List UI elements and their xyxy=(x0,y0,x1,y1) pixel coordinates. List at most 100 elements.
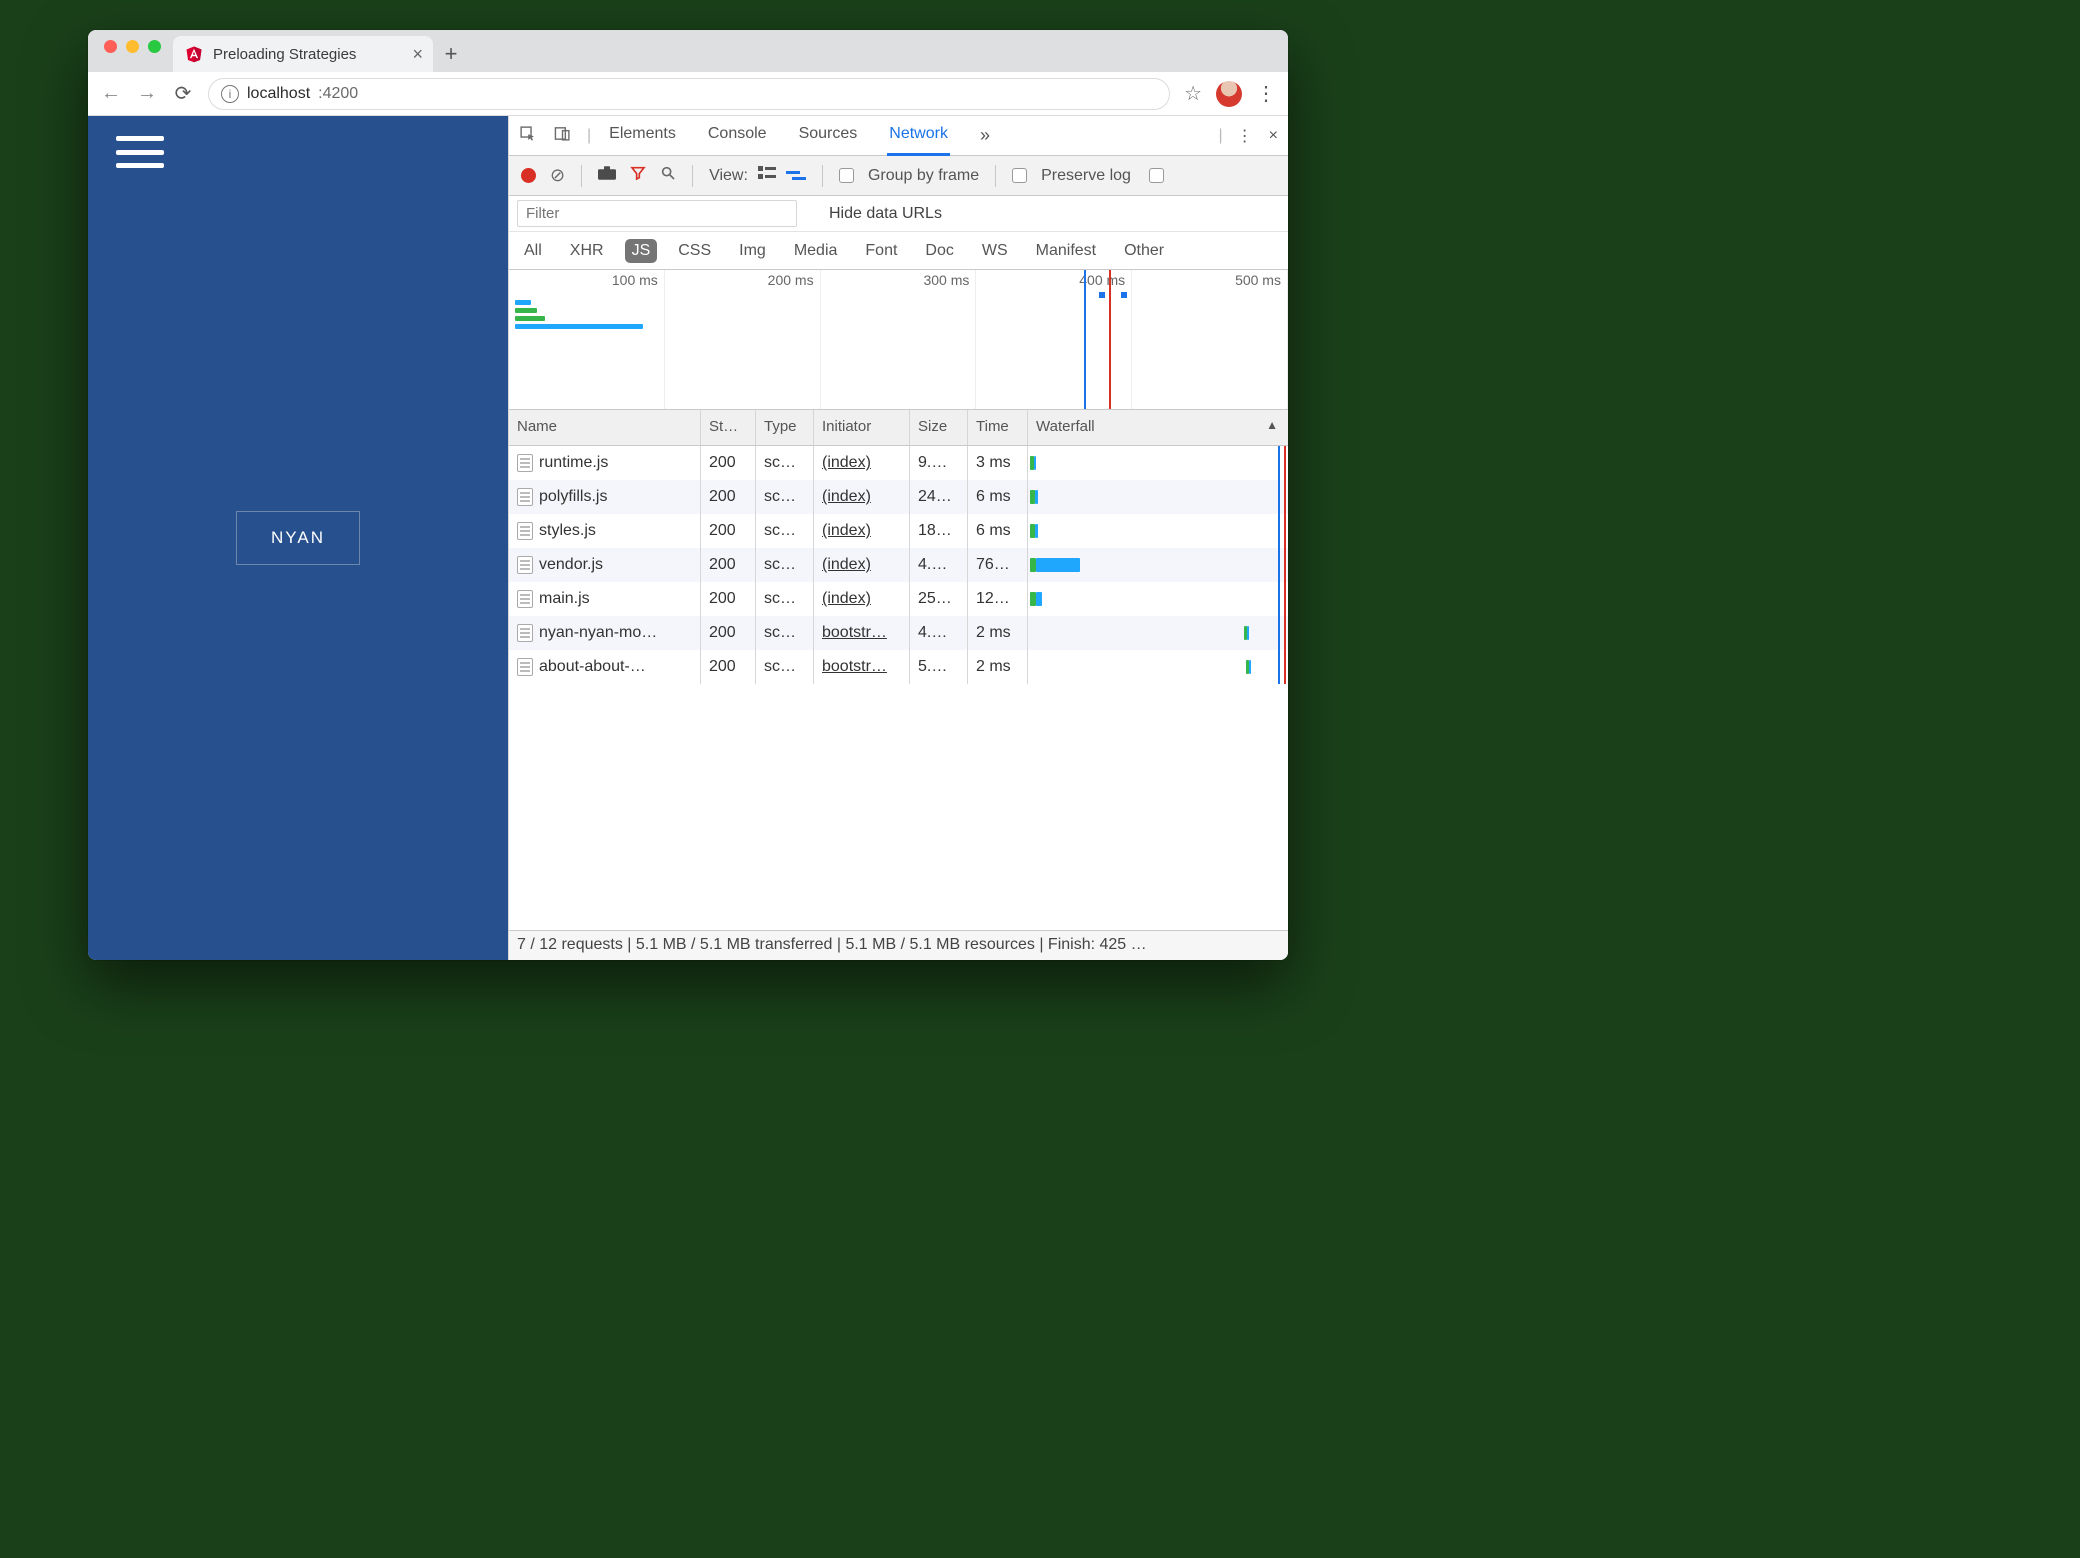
window-controls xyxy=(98,30,169,72)
tabs-overflow-button[interactable]: » xyxy=(978,115,992,156)
table-row[interactable]: styles.js200sc…(index)18…6 ms xyxy=(509,514,1288,548)
screenshot-icon[interactable] xyxy=(598,166,616,185)
type-filter-css[interactable]: CSS xyxy=(671,239,718,263)
type-filter-doc[interactable]: Doc xyxy=(918,239,960,263)
nyan-button[interactable]: NYAN xyxy=(236,511,360,565)
overview-tick: 200 ms xyxy=(768,272,814,288)
inspect-element-icon[interactable] xyxy=(519,125,536,147)
col-size[interactable]: Size xyxy=(910,410,968,445)
new-tab-button[interactable]: + xyxy=(433,36,469,72)
request-type: sc… xyxy=(756,480,814,514)
reload-button[interactable]: ⟳ xyxy=(172,81,194,106)
request-initiator[interactable]: bootstr… xyxy=(814,650,910,684)
clear-button[interactable]: ⊘ xyxy=(550,165,565,186)
hide-data-urls-label: Hide data URLs xyxy=(829,205,942,223)
request-type: sc… xyxy=(756,582,814,616)
request-initiator[interactable]: (index) xyxy=(814,480,910,514)
overview-tick: 500 ms xyxy=(1235,272,1281,288)
view-label: View: xyxy=(709,167,748,185)
type-filter-xhr[interactable]: XHR xyxy=(563,239,611,263)
browser-menu-button[interactable]: ⋮ xyxy=(1256,81,1276,106)
request-initiator[interactable]: (index) xyxy=(814,514,910,548)
type-filter-img[interactable]: Img xyxy=(732,239,773,263)
request-name: main.js xyxy=(539,590,590,608)
table-header: Name St… Type Initiator Size Time Waterf… xyxy=(509,410,1288,446)
request-waterfall xyxy=(1028,650,1288,684)
request-initiator[interactable]: (index) xyxy=(814,548,910,582)
request-waterfall xyxy=(1028,480,1288,514)
request-size: 18… xyxy=(910,514,968,548)
col-name[interactable]: Name xyxy=(509,410,701,445)
col-type[interactable]: Type xyxy=(756,410,814,445)
table-row[interactable]: nyan-nyan-mo…200sc…bootstr…4.…2 ms xyxy=(509,616,1288,650)
tab-console[interactable]: Console xyxy=(706,115,769,156)
type-filter-media[interactable]: Media xyxy=(787,239,845,263)
omnibox[interactable]: i localhost:4200 xyxy=(208,78,1170,110)
request-initiator[interactable]: bootstr… xyxy=(814,616,910,650)
browser-tab[interactable]: Preloading Strategies × xyxy=(173,36,433,72)
truncated-checkbox[interactable] xyxy=(1149,168,1164,183)
minimize-window-button[interactable] xyxy=(126,40,139,53)
request-time: 6 ms xyxy=(968,514,1028,548)
overview-tick: 400 ms xyxy=(1079,272,1125,288)
type-filter-other[interactable]: Other xyxy=(1117,239,1171,263)
tab-title: Preloading Strategies xyxy=(213,46,356,63)
devtools-tabs: Elements Console Sources Network » xyxy=(607,115,992,156)
profile-avatar[interactable] xyxy=(1216,81,1242,107)
col-waterfall[interactable]: Waterfall▲ xyxy=(1028,410,1288,445)
devtools-settings-button[interactable]: ⋮ xyxy=(1237,126,1253,146)
devtools-close-button[interactable]: × xyxy=(1269,127,1278,145)
request-time: 3 ms xyxy=(968,446,1028,480)
forward-button[interactable]: → xyxy=(136,82,158,105)
preserve-log-label: Preserve log xyxy=(1041,167,1131,185)
close-window-button[interactable] xyxy=(104,40,117,53)
col-initiator[interactable]: Initiator xyxy=(814,410,910,445)
preserve-log-checkbox[interactable] xyxy=(1012,168,1027,183)
file-icon xyxy=(517,522,533,540)
request-initiator[interactable]: (index) xyxy=(814,582,910,616)
request-status: 200 xyxy=(701,514,756,548)
app-viewport: NYAN xyxy=(88,116,508,960)
view-large-icon[interactable] xyxy=(758,166,776,185)
tab-network[interactable]: Network xyxy=(887,115,950,156)
record-button[interactable] xyxy=(521,168,536,183)
table-row[interactable]: vendor.js200sc…(index)4.…76… xyxy=(509,548,1288,582)
type-filter-all[interactable]: All xyxy=(517,239,549,263)
request-name: runtime.js xyxy=(539,454,608,472)
hamburger-menu-button[interactable] xyxy=(116,136,164,168)
table-row[interactable]: main.js200sc…(index)25…12… xyxy=(509,582,1288,616)
request-time: 2 ms xyxy=(968,616,1028,650)
close-tab-button[interactable]: × xyxy=(412,44,423,65)
devtools-tabbar: | Elements Console Sources Network » | ⋮… xyxy=(509,116,1288,156)
col-status[interactable]: St… xyxy=(701,410,756,445)
type-filter-font[interactable]: Font xyxy=(858,239,904,263)
table-row[interactable]: runtime.js200sc…(index)9.…3 ms xyxy=(509,446,1288,480)
angular-icon xyxy=(185,45,203,63)
request-initiator[interactable]: (index) xyxy=(814,446,910,480)
site-info-icon[interactable]: i xyxy=(221,85,239,103)
tab-sources[interactable]: Sources xyxy=(797,115,860,156)
file-icon xyxy=(517,488,533,506)
group-by-frame-checkbox[interactable] xyxy=(839,168,854,183)
table-row[interactable]: polyfills.js200sc…(index)24…6 ms xyxy=(509,480,1288,514)
maximize-window-button[interactable] xyxy=(148,40,161,53)
device-toolbar-icon[interactable] xyxy=(554,125,571,147)
type-filter-manifest[interactable]: Manifest xyxy=(1029,239,1103,263)
sort-arrow-icon: ▲ xyxy=(1266,418,1278,432)
search-icon[interactable] xyxy=(660,165,676,186)
request-name: styles.js xyxy=(539,522,596,540)
bookmark-star-icon[interactable]: ☆ xyxy=(1184,81,1202,106)
request-waterfall xyxy=(1028,548,1288,582)
table-row[interactable]: about-about-…200sc…bootstr…5.…2 ms xyxy=(509,650,1288,684)
type-filters: All XHR JS CSS Img Media Font Doc WS Manifest Othe… xyxy=(509,232,1288,270)
view-waterfall-icon[interactable] xyxy=(786,169,806,183)
col-time[interactable]: Time xyxy=(968,410,1028,445)
type-filter-ws[interactable]: WS xyxy=(975,239,1015,263)
timeline-overview[interactable]: 100 ms200 ms300 ms400 ms500 ms xyxy=(509,270,1288,410)
tab-elements[interactable]: Elements xyxy=(607,115,678,156)
type-filter-js[interactable]: JS xyxy=(625,239,658,263)
back-button[interactable]: ← xyxy=(100,82,122,105)
filter-icon[interactable] xyxy=(630,165,646,186)
file-icon xyxy=(517,454,533,472)
filter-input[interactable] xyxy=(517,200,797,227)
